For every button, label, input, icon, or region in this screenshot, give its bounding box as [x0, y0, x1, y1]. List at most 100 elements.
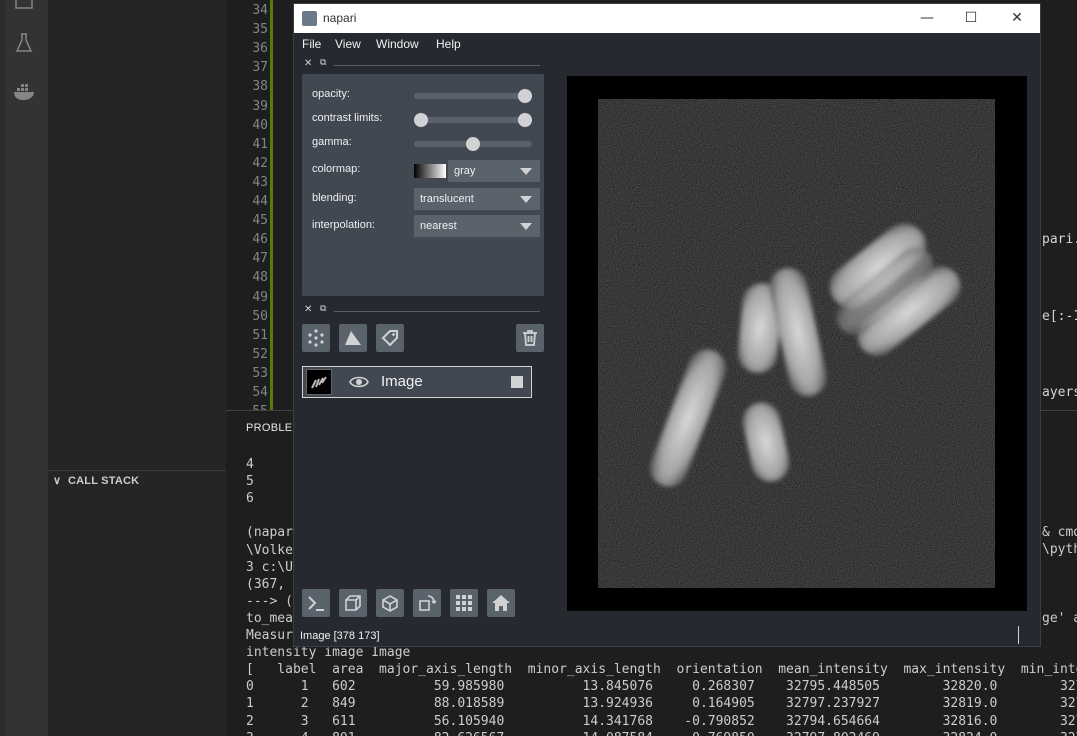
maximize-button[interactable]: ☐ [948, 4, 994, 33]
colormap-label: colormap: [312, 163, 361, 175]
window-title: napari [323, 11, 357, 25]
interpolation-value: nearest [420, 220, 457, 232]
terminal-fragment: & cmd [1042, 525, 1077, 540]
terminal-fragment: ge' a [1042, 611, 1077, 626]
minimize-button[interactable]: — [904, 4, 950, 33]
line-number: 37 [252, 60, 268, 76]
contrast-limits-slider[interactable] [414, 113, 532, 127]
contrast-low-handle[interactable] [414, 113, 428, 127]
chevron-down-icon [520, 196, 532, 203]
line-number: 35 [252, 22, 268, 38]
extensions-icon[interactable] [12, 0, 36, 14]
menu-window[interactable]: Window [376, 37, 419, 51]
close-button[interactable]: ✕ [994, 4, 1040, 33]
code-fragment: e[:-1 [1042, 308, 1077, 324]
terminal-fragment: \pytho [1042, 542, 1077, 557]
code-fragment: ayers [1042, 385, 1077, 400]
line-number: 52 [252, 346, 268, 362]
git-change-indicator [270, 0, 273, 410]
title-bar: napari — ☐ ✕ [294, 4, 1040, 33]
line-number: 49 [252, 289, 268, 305]
terminal-line: 5 [246, 474, 254, 490]
visibility-eye-icon[interactable] [349, 373, 369, 395]
status-separator [1018, 626, 1019, 644]
console-button[interactable] [302, 589, 330, 617]
line-number: 40 [252, 117, 268, 133]
chevron-down-icon [520, 223, 532, 230]
dock-close-icon[interactable]: ✕ [304, 304, 312, 315]
layer-list-item[interactable]: Image [302, 366, 532, 398]
line-number-gutter: 34 35 36 37 38 39 40 41 42 43 44 45 46 47 48 49 50 51 52 53… [226, 0, 268, 410]
chevron-down-icon [520, 168, 532, 175]
layer-list-dock-header: ✕ ⧉ [304, 304, 544, 317]
docker-icon[interactable] [12, 80, 36, 104]
transpose-dims-button[interactable] [413, 589, 441, 617]
gamma-slider-handle[interactable] [466, 137, 480, 151]
status-bar-text: Image [378 173] [300, 630, 380, 642]
line-number: 39 [252, 98, 268, 114]
dock-divider [334, 311, 540, 312]
colormap-select[interactable]: gray [448, 160, 540, 182]
dock-float-icon[interactable]: ⧉ [320, 58, 326, 68]
activity-bar-edge [0, 0, 6, 736]
chevron-down-icon: ∨ [53, 475, 62, 487]
home-button[interactable] [487, 589, 515, 617]
grid-view-button[interactable] [450, 589, 478, 617]
blending-value: translucent [420, 193, 474, 205]
activity-bar [0, 0, 48, 736]
dock-float-icon[interactable]: ⧉ [320, 304, 326, 314]
napari-app-icon [302, 11, 317, 26]
interpolation-label: interpolation: [312, 219, 375, 231]
terminal-line: 3 4 801 82.626567 14.087584 -0.769850 32… [246, 730, 1077, 736]
image-canvas[interactable] [567, 76, 1027, 611]
terminal-line: 4 [246, 457, 254, 472]
terminal-line: 1 2 849 88.018589 13.924936 0.164905 327… [246, 696, 1077, 712]
terminal-line: [ label area major_axis_length minor_axi… [246, 662, 1077, 678]
line-number: 38 [252, 79, 268, 95]
call-stack-header[interactable]: ∨ CALL STACK [48, 470, 226, 492]
dock-divider [334, 65, 540, 66]
call-stack-label: CALL STACK [68, 475, 140, 487]
layer-select-checkbox[interactable] [511, 376, 523, 388]
layer-controls-panel: opacity: contrast limits: gamma: colorma… [302, 74, 544, 296]
opacity-slider-handle[interactable] [518, 89, 532, 103]
terminal-line: 0 1 602 59.985980 13.845076 0.268307 327… [246, 679, 1077, 695]
line-number: 41 [252, 136, 268, 152]
terminal-line: ---> ( [246, 593, 293, 609]
dock-close-icon[interactable]: ✕ [304, 58, 312, 69]
line-number: 46 [252, 232, 268, 248]
opacity-label: opacity: [312, 88, 350, 100]
line-number: 42 [252, 155, 268, 171]
ndisplay-button[interactable] [339, 589, 367, 617]
menu-help[interactable]: Help [436, 37, 461, 51]
terminal-line: 6 [246, 491, 254, 507]
colormap-value: gray [454, 165, 476, 177]
layer-thumbnail [306, 369, 332, 395]
line-number: 50 [252, 308, 268, 324]
interpolation-select[interactable]: nearest [414, 215, 540, 237]
line-number: 36 [252, 41, 268, 57]
testing-flask-icon[interactable] [12, 31, 36, 55]
menu-view[interactable]: View [335, 37, 361, 51]
opacity-slider[interactable] [414, 89, 532, 103]
layer-controls-dock-header: ✕ ⧉ [304, 58, 544, 71]
blending-select[interactable]: translucent [414, 188, 540, 210]
gamma-slider[interactable] [414, 137, 532, 151]
contrast-high-handle[interactable] [518, 113, 532, 127]
roll-dims-button[interactable] [376, 589, 404, 617]
delete-layer-button[interactable] [516, 324, 544, 352]
layer-name[interactable]: Image [381, 373, 423, 390]
line-number: 34 [252, 3, 268, 18]
line-number: 54 [252, 385, 268, 400]
menu-file[interactable]: File [302, 37, 321, 51]
line-number: 47 [252, 251, 268, 267]
line-number: 45 [252, 213, 268, 229]
line-number: 44 [252, 194, 268, 209]
new-points-layer-button[interactable] [302, 324, 330, 352]
new-shapes-layer-button[interactable] [339, 324, 367, 352]
line-number: 43 [252, 174, 268, 190]
line-number: 53 [252, 365, 268, 381]
terminal-line: 2 3 611 56.105940 14.341768 -0.790852 32… [246, 713, 1077, 729]
line-number: 48 [252, 270, 268, 286]
new-labels-layer-button[interactable] [376, 324, 404, 352]
